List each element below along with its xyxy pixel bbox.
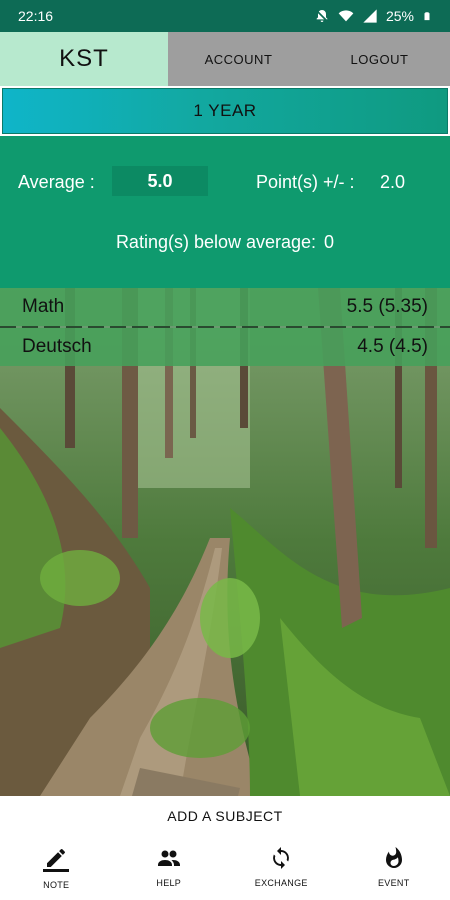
nav-note[interactable]: NOTE	[11, 846, 101, 896]
subject-grade: 5.5 (5.35)	[346, 296, 428, 317]
logout-button[interactable]: LOGOUT	[309, 32, 450, 86]
status-bar: 22:16 25%	[0, 0, 450, 32]
status-time: 22:16	[18, 8, 54, 24]
nav-exchange[interactable]: EXCHANGE	[236, 846, 326, 896]
stats-panel: Average : 5.0 Point(s) +/- : 2.0 Rating(…	[0, 136, 450, 288]
add-subject-button[interactable]: ADD A SUBJECT	[0, 808, 450, 824]
top-nav: KST ACCOUNT LOGOUT	[0, 32, 450, 86]
subject-row-deutsch[interactable]: Deutsch 4.5 (4.5)	[0, 328, 450, 366]
bottom-area: ADD A SUBJECT NOTE HELP EXCHANGE EVENT	[0, 796, 450, 900]
bottom-nav: NOTE HELP EXCHANGE EVENT	[0, 846, 450, 896]
nav-event[interactable]: EVENT	[349, 846, 439, 896]
wifi-icon	[338, 10, 354, 22]
nav-label: NOTE	[43, 880, 70, 890]
signal-icon	[363, 9, 377, 23]
account-button[interactable]: ACCOUNT	[168, 32, 309, 86]
battery-percent: 25%	[385, 8, 414, 24]
mute-icon	[315, 9, 329, 23]
period-selector[interactable]: 1 YEAR	[2, 88, 448, 134]
battery-icon	[424, 12, 430, 21]
sync-icon	[273, 847, 290, 869]
subject-name: Deutsch	[22, 336, 92, 357]
active-indicator	[43, 869, 70, 872]
pencil-icon	[47, 848, 66, 867]
nav-help[interactable]: HELP	[124, 846, 214, 896]
below-average-label: Rating(s) below average:	[115, 232, 317, 252]
subject-row-math[interactable]: Math 5.5 (5.35)	[0, 288, 450, 326]
nav-actions: ACCOUNT LOGOUT	[168, 32, 450, 86]
below-average-row: Rating(s) below average: 0	[0, 232, 450, 253]
flame-icon	[385, 847, 402, 868]
points-label: Point(s) +/- :	[256, 172, 355, 192]
average-value: 5.0	[112, 166, 208, 196]
subject-name: Math	[22, 296, 65, 317]
app-title-tab[interactable]: KST	[0, 32, 168, 86]
subject-grade: 4.5 (4.5)	[357, 336, 428, 357]
below-average-value: 0	[324, 232, 335, 252]
people-icon	[157, 850, 180, 866]
nav-label: HELP	[156, 878, 182, 888]
average-label: Average :	[18, 172, 95, 192]
nav-label: EVENT	[377, 878, 410, 888]
points-value: 2.0	[380, 172, 406, 192]
status-icons: 25%	[314, 8, 432, 24]
nav-label: EXCHANGE	[254, 878, 308, 888]
